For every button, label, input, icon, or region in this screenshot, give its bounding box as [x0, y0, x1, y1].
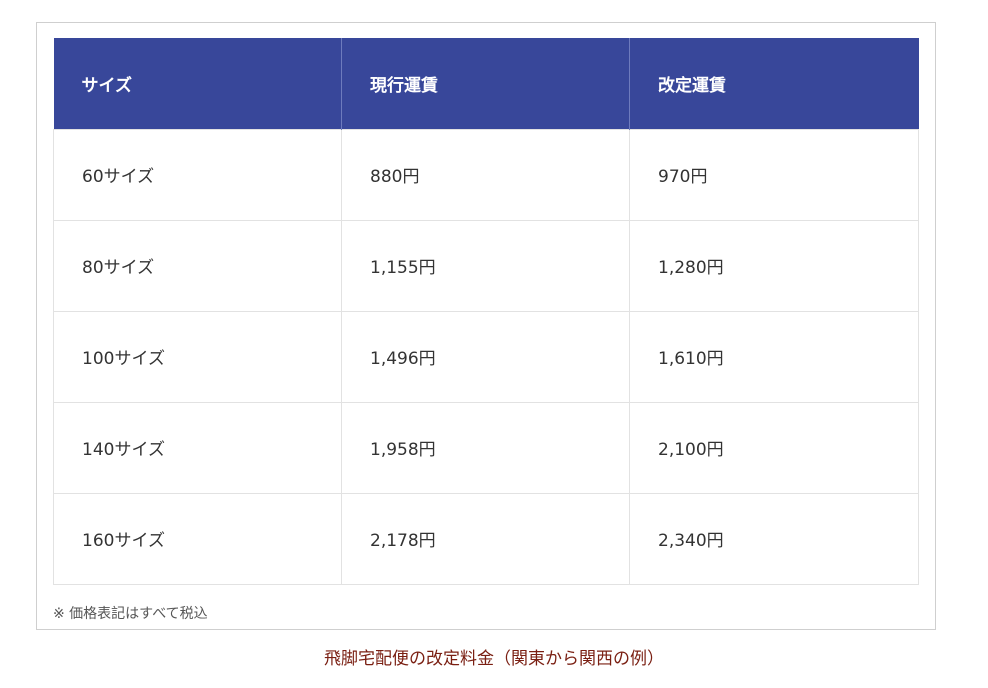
cell-revised-fare: 1,280円 — [629, 219, 919, 312]
header-current-fare: 現行運賃 — [341, 38, 630, 129]
table-row: 160サイズ 2,178円 2,340円 — [53, 492, 919, 585]
cell-current-fare: 880円 — [341, 128, 630, 221]
cell-revised-fare: 2,340円 — [629, 492, 919, 585]
cell-current-fare: 1,496円 — [341, 310, 630, 403]
cell-revised-fare: 2,100円 — [629, 401, 919, 494]
figure-caption: 飛脚宅配便の改定料金（関東から関西の例） — [324, 649, 664, 669]
table-header-row: サイズ 現行運賃 改定運賃 — [53, 38, 919, 129]
cell-size: 100サイズ — [53, 310, 342, 403]
rate-table-frame: サイズ 現行運賃 改定運賃 60サイズ 880円 970円 80サイズ 1,15… — [36, 22, 936, 630]
table-row: 60サイズ 880円 970円 — [53, 128, 919, 221]
cell-size: 140サイズ — [53, 401, 342, 494]
cell-revised-fare: 970円 — [629, 128, 919, 221]
rate-table: サイズ 現行運賃 改定運賃 60サイズ 880円 970円 80サイズ 1,15… — [53, 38, 919, 585]
cell-size: 160サイズ — [53, 492, 342, 585]
cell-revised-fare: 1,610円 — [629, 310, 919, 403]
cell-current-fare: 1,155円 — [341, 219, 630, 312]
cell-size: 80サイズ — [53, 219, 342, 312]
cell-current-fare: 2,178円 — [341, 492, 630, 585]
table-row: 100サイズ 1,496円 1,610円 — [53, 310, 919, 403]
header-size: サイズ — [53, 38, 342, 129]
header-revised-fare: 改定運賃 — [629, 38, 919, 129]
tax-note: ※ 価格表記はすべて税込 — [53, 606, 208, 622]
cell-current-fare: 1,958円 — [341, 401, 630, 494]
cell-size: 60サイズ — [53, 128, 342, 221]
table-row: 140サイズ 1,958円 2,100円 — [53, 401, 919, 494]
table-row: 80サイズ 1,155円 1,280円 — [53, 219, 919, 312]
